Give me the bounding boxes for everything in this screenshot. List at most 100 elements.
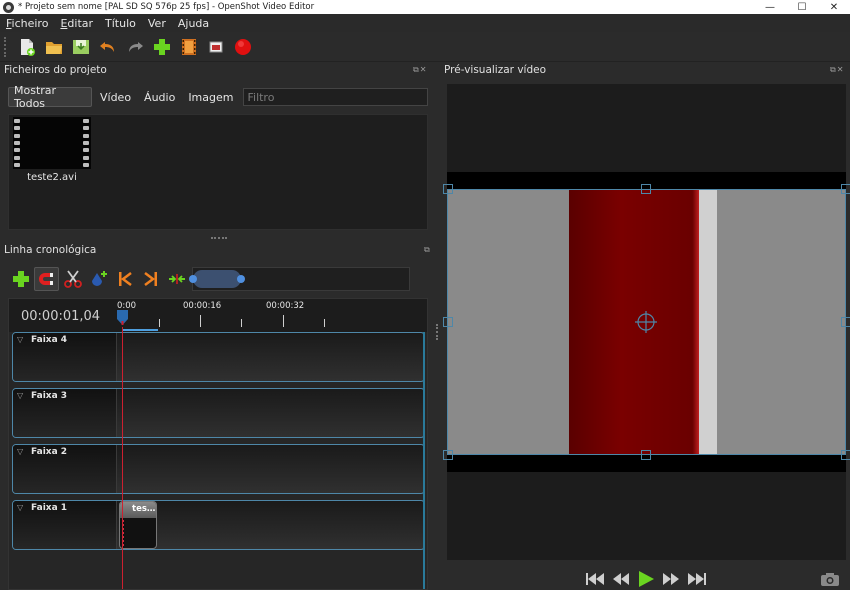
fullscreen-button[interactable] <box>203 35 229 59</box>
preview-header: Pré-visualizar vídeo ⧉✕ <box>440 63 850 79</box>
timeline-ruler[interactable]: 00:00:01,04 0:00 00:00:16 00:00:32 <box>9 299 427 332</box>
center-playhead-icon <box>168 273 185 284</box>
transform-handle[interactable] <box>443 184 453 194</box>
redo-button[interactable] <box>122 35 148 59</box>
jump-end-icon[interactable] <box>686 570 708 588</box>
playhead-line[interactable] <box>122 327 123 589</box>
new-project-button[interactable] <box>14 35 40 59</box>
timeline-canvas[interactable]: 00:00:01,04 0:00 00:00:16 00:00:32 ▽ Fai… <box>8 298 428 590</box>
menu-bar: Ficheiro Editar Título Ver Ajuda <box>0 14 850 32</box>
previous-marker-button[interactable] <box>112 267 137 291</box>
file-thumbnail <box>13 117 91 169</box>
jump-start-icon[interactable] <box>584 570 606 588</box>
transform-handle[interactable] <box>641 184 651 194</box>
track-header[interactable]: ▽ Faixa 4 <box>13 333 117 381</box>
minimize-button[interactable]: — <box>754 0 786 14</box>
video-white-region <box>699 190 717 454</box>
zoom-slider-handle[interactable] <box>189 269 245 288</box>
import-files-button[interactable] <box>149 35 175 59</box>
transform-handle[interactable] <box>443 450 453 460</box>
camera-icon[interactable] <box>820 572 840 586</box>
tab-video[interactable]: Vídeo <box>95 87 136 107</box>
choose-profile-button[interactable] <box>176 35 202 59</box>
razor-icon <box>63 269 82 288</box>
track-header[interactable]: ▽ Faixa 3 <box>13 389 117 437</box>
import-files-icon <box>154 38 170 55</box>
film-strip-icon <box>14 119 21 167</box>
fullscreen-icon <box>209 41 223 52</box>
crosshair-icon[interactable] <box>634 310 658 334</box>
add-marker-button[interactable] <box>86 267 111 291</box>
export-video-icon <box>235 38 251 55</box>
transform-handle[interactable] <box>443 317 453 327</box>
track-name: Faixa 4 <box>31 335 68 345</box>
ruler-tick <box>283 315 284 327</box>
snapping-button[interactable] <box>34 266 59 291</box>
timeline-scrollbar[interactable] <box>423 332 425 589</box>
ruler-label: 00:00:32 <box>266 301 305 311</box>
maximize-button[interactable]: ☐ <box>786 0 818 14</box>
menu-editar[interactable]: Editar <box>60 17 93 30</box>
add-track-button[interactable] <box>8 267 33 291</box>
playhead-handle[interactable] <box>116 309 129 325</box>
snapping-icon <box>38 272 53 285</box>
track-name: Faixa 1 <box>31 503 68 513</box>
zoom-slider[interactable] <box>189 266 410 291</box>
chevron-down-icon[interactable]: ▽ <box>17 447 23 456</box>
export-video-button[interactable] <box>230 35 256 59</box>
play-icon[interactable] <box>635 570 657 588</box>
panel-splitter[interactable] <box>211 237 227 239</box>
dock-buttons[interactable]: ⧉✕ <box>830 65 844 75</box>
open-project-button[interactable] <box>41 35 67 59</box>
dock-buttons[interactable]: ⧉ <box>424 245 431 255</box>
tab-image[interactable]: Imagem <box>183 87 238 107</box>
center-playhead-button[interactable] <box>164 267 189 291</box>
dock-buttons[interactable]: ⧉✕ <box>413 65 427 75</box>
file-name: teste2.avi <box>27 172 77 183</box>
file-item[interactable]: teste2.avi <box>13 117 91 183</box>
timeline-clip[interactable]: tes… <box>119 501 157 549</box>
chevron-down-icon[interactable]: ▽ <box>17 391 23 400</box>
tab-audio[interactable]: Áudio <box>139 87 180 107</box>
menu-ajuda[interactable]: Ajuda <box>178 17 209 30</box>
track-name: Faixa 2 <box>31 447 68 457</box>
chevron-down-icon[interactable]: ▽ <box>17 335 23 344</box>
track-header[interactable]: ▽ Faixa 2 <box>13 445 117 493</box>
project-files-list[interactable]: teste2.avi <box>8 114 428 230</box>
razor-button[interactable] <box>60 267 85 291</box>
track-row[interactable]: ▽ Faixa 3 <box>12 388 425 438</box>
close-button[interactable]: ✕ <box>818 0 850 14</box>
track-row[interactable]: ▽ Faixa 2 <box>12 444 425 494</box>
next-marker-icon <box>143 271 157 286</box>
choose-profile-icon <box>182 38 196 55</box>
undo-button[interactable] <box>95 35 121 59</box>
toolbar-grip[interactable] <box>4 36 8 57</box>
transform-handle[interactable] <box>841 317 850 327</box>
current-timecode: 00:00:01,04 <box>21 309 101 324</box>
menu-titulo[interactable]: Título <box>105 17 136 30</box>
tab-show-all[interactable]: Mostrar Todos <box>8 84 92 110</box>
track-header[interactable]: ▽ Faixa 1 <box>13 501 117 549</box>
transform-handle[interactable] <box>841 184 850 194</box>
menu-ficheiro[interactable]: Ficheiro <box>6 17 48 30</box>
next-marker-button[interactable] <box>138 267 163 291</box>
fast-forward-icon[interactable] <box>660 570 682 588</box>
openshot-logo-icon <box>3 1 14 13</box>
chevron-down-icon[interactable]: ▽ <box>17 503 23 512</box>
transform-handle[interactable] <box>641 450 651 460</box>
project-files-filter-row: Mostrar Todos Vídeo Áudio Imagem <box>8 84 428 110</box>
previous-marker-icon <box>118 271 132 286</box>
new-project-icon <box>21 38 35 56</box>
filter-input[interactable] <box>243 88 428 106</box>
panel-splitter-vertical[interactable] <box>436 324 439 340</box>
track-row[interactable]: ▽ Faixa 4 <box>12 332 425 382</box>
track-row[interactable]: ▽ Faixa 1 tes… <box>12 500 425 550</box>
rewind-icon[interactable] <box>610 570 632 588</box>
ruler-tick <box>200 315 201 327</box>
menu-ver[interactable]: Ver <box>148 17 166 30</box>
transform-handle[interactable] <box>841 450 850 460</box>
ruler-label: 00:00:16 <box>183 301 222 311</box>
save-project-button[interactable] <box>68 35 94 59</box>
project-files-header: Ficheiros do projeto ⧉✕ <box>0 63 436 79</box>
play-range-bar <box>122 329 158 331</box>
